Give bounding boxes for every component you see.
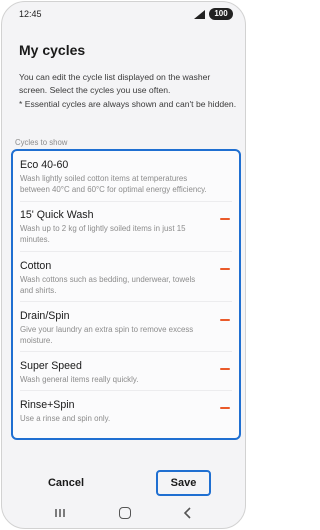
- remove-icon[interactable]: [220, 319, 230, 321]
- cycle-item-eco-40-60[interactable]: Eco 40-60 Wash lightly soiled cotton ite…: [20, 159, 236, 196]
- status-time: 12:45: [19, 9, 42, 19]
- description-text: You can edit the cycle list displayed on…: [19, 72, 211, 96]
- essential-note: * Essential cycles are always shown and …: [19, 98, 237, 109]
- divider: [20, 201, 232, 202]
- cycle-list[interactable]: Eco 40-60 Wash lightly soiled cotton ite…: [11, 149, 241, 440]
- home-icon[interactable]: [119, 507, 131, 519]
- section-label: Cycles to show: [15, 138, 68, 147]
- status-bar: 12:45 100: [2, 2, 245, 26]
- cycle-description: Give your laundry an extra spin to remov…: [20, 325, 194, 345]
- battery-icon: 100: [209, 8, 233, 20]
- footer-actions: Cancel Save: [2, 468, 245, 498]
- remove-icon[interactable]: [220, 218, 230, 220]
- cycle-item-rinse-spin[interactable]: Rinse+Spin Use a rinse and spin only.: [20, 399, 236, 425]
- cycle-description: Wash up to 2 kg of lightly soiled items …: [20, 224, 186, 244]
- remove-icon[interactable]: [220, 368, 230, 370]
- cycle-name: Eco 40-60: [20, 159, 69, 171]
- cycle-name: Rinse+Spin: [20, 399, 75, 411]
- page-description: You can edit the cycle list displayed on…: [19, 71, 237, 111]
- divider: [20, 301, 232, 302]
- remove-icon[interactable]: [220, 407, 230, 409]
- phone-screen: 12:45 100 My cycles You can edit the cyc…: [1, 1, 246, 529]
- cycle-item-quick-wash[interactable]: 15' Quick Wash Wash up to 2 kg of lightl…: [20, 209, 236, 246]
- save-button[interactable]: Save: [156, 470, 211, 496]
- cycle-description: Wash lightly soiled cotton items at temp…: [20, 174, 207, 194]
- cancel-button[interactable]: Cancel: [24, 470, 108, 496]
- remove-icon[interactable]: [220, 268, 230, 270]
- divider: [20, 251, 232, 252]
- cycle-description: Use a rinse and spin only.: [20, 414, 111, 423]
- status-icons: 100: [193, 8, 233, 20]
- cycle-item-cotton[interactable]: Cotton Wash cottons such as bedding, und…: [20, 260, 236, 297]
- back-icon[interactable]: [183, 507, 193, 519]
- signal-icon: [194, 9, 205, 19]
- navigation-bar: [2, 500, 245, 528]
- cycle-item-super-speed[interactable]: Super Speed Wash general items really qu…: [20, 360, 236, 386]
- cycle-description: Wash cottons such as bedding, underwear,…: [20, 275, 196, 295]
- cycle-name: 15' Quick Wash: [20, 209, 94, 221]
- recent-apps-icon[interactable]: [54, 508, 66, 518]
- cycle-name: Super Speed: [20, 360, 82, 372]
- cycle-item-drain-spin[interactable]: Drain/Spin Give your laundry an extra sp…: [20, 310, 236, 347]
- cycle-description: Wash general items really quickly.: [20, 375, 139, 384]
- cycle-name: Drain/Spin: [20, 310, 70, 322]
- divider: [20, 390, 232, 391]
- page-title: My cycles: [19, 42, 86, 58]
- divider: [20, 351, 232, 352]
- cycle-name: Cotton: [20, 260, 52, 272]
